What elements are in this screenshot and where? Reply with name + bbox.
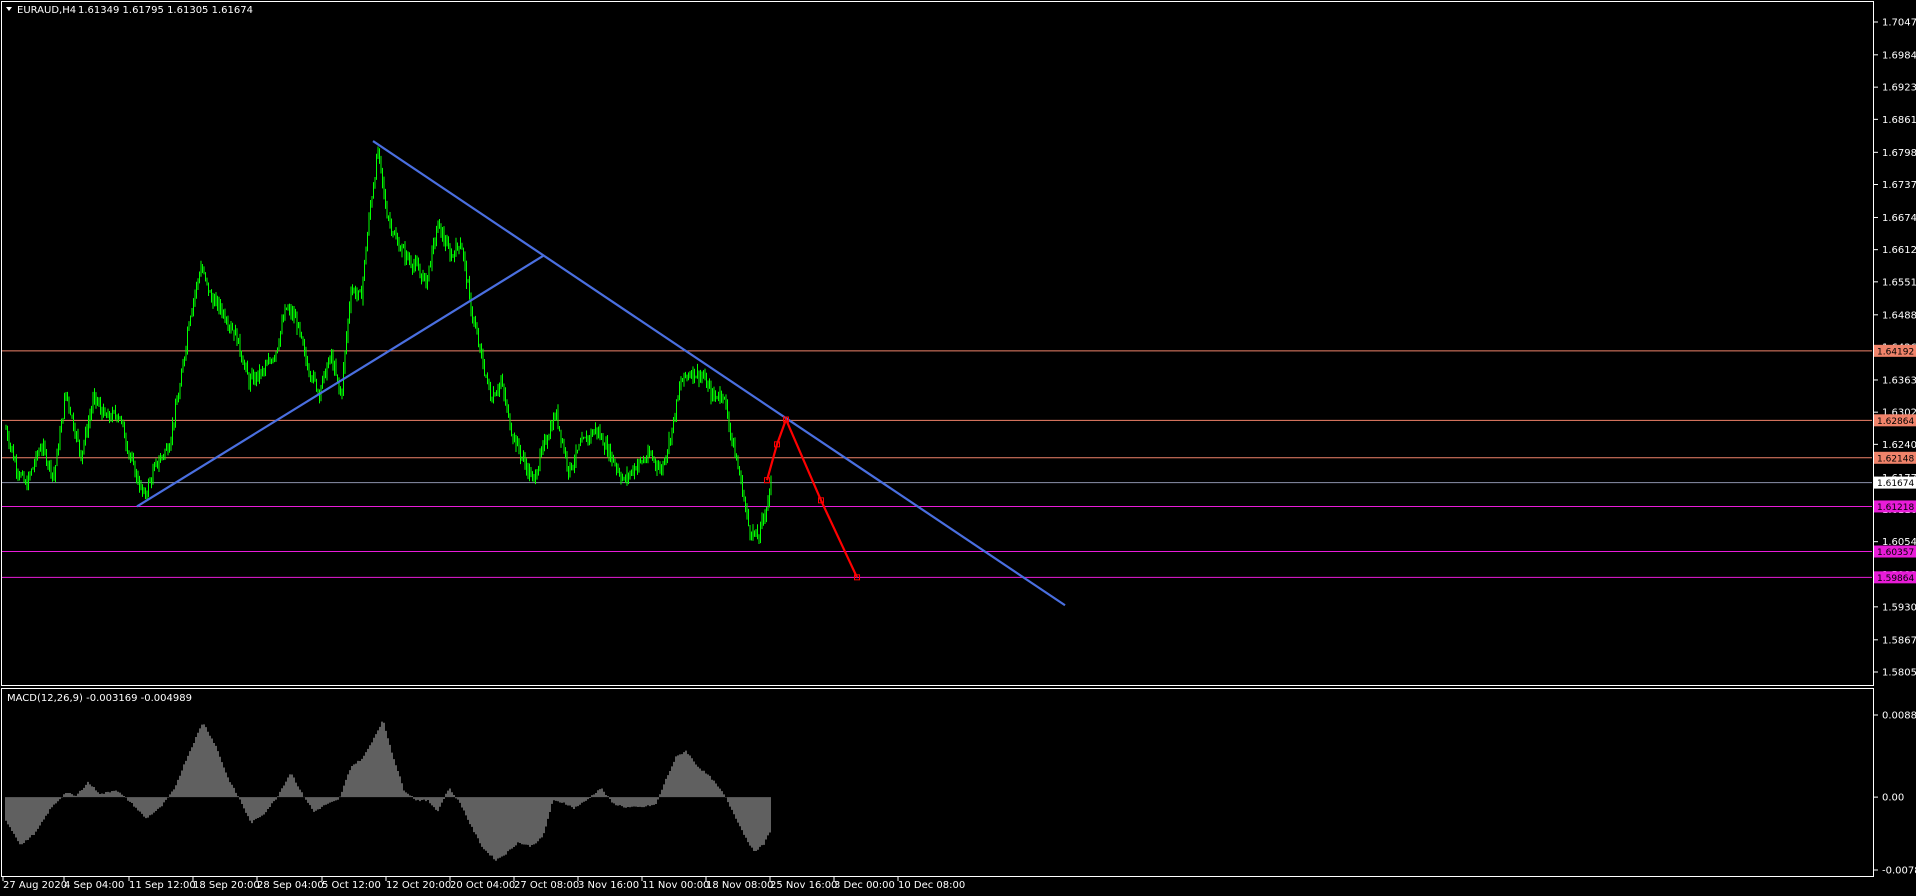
symbol-menu-triangle-icon[interactable] <box>6 7 12 11</box>
price-tick-label-9: 1.64880 <box>1882 310 1916 321</box>
macd-tick-label-1: 0.00 <box>1882 793 1904 804</box>
price-tag-label-4: 1.61218 <box>1877 503 1914 513</box>
price-tick-label-0: 1.70475 <box>1882 18 1916 29</box>
macd-histogram <box>5 721 771 861</box>
price-tick-label-5: 1.67370 <box>1882 180 1916 191</box>
symbol-title: EURAUD,H4 <box>17 5 76 16</box>
horizontal-levels[interactable] <box>2 350 1872 578</box>
price-tick-label-3: 1.68615 <box>1882 115 1916 126</box>
price-tag-label-5: 1.60357 <box>1877 548 1914 558</box>
price-tag-label-3: 1.61674 <box>1877 479 1914 489</box>
time-tick-label-14: 10 Dec 08:00 <box>898 880 965 891</box>
ohlc-readout: 1.61349 1.61795 1.61305 1.61674 <box>78 5 253 16</box>
price-tick-label-8: 1.65510 <box>1882 277 1916 288</box>
chart-canvas[interactable]: 1.70475 1.69848 1.69230 1.68615 1.67985 1.673… <box>0 0 1916 896</box>
macd-tick-label-0: 0.008848 <box>1882 711 1916 722</box>
time-tick-label-12: 25 Nov 16:00 <box>770 880 837 891</box>
time-tick-label-2: 11 Sep 12:00 <box>129 880 196 891</box>
macd-tick-label-2: -0.007852 <box>1882 866 1916 877</box>
time-tick-label-11: 18 Nov 08:00 <box>706 880 773 891</box>
price-tick-label-1: 1.69848 <box>1882 50 1916 61</box>
price-tick-label-6: 1.66740 <box>1882 213 1916 224</box>
indicator-panel-frame <box>1 688 1874 877</box>
price-tag-label-6: 1.59864 <box>1877 574 1914 584</box>
price-tick-label-2: 1.69230 <box>1882 83 1916 94</box>
time-tick-label-3: 18 Sep 20:00 <box>193 880 260 891</box>
trendline-1[interactable] <box>372 140 1066 607</box>
time-tick-label-5: 5 Oct 12:00 <box>322 880 381 891</box>
price-tick-label-7: 1.66125 <box>1882 245 1916 256</box>
time-tick-label-6: 12 Oct 20:00 <box>386 880 451 891</box>
time-tick-label-9: 3 Nov 16:00 <box>578 880 639 891</box>
trendlines[interactable] <box>136 140 1066 607</box>
time-tick-label-7: 20 Oct 04:00 <box>450 880 515 891</box>
time-tick-label-13: 3 Dec 00:00 <box>834 880 895 891</box>
price-tick-label-19: 1.58670 <box>1882 635 1916 646</box>
price-panel-frame <box>1 1 1874 686</box>
time-tick-label-1: 4 Sep 04:00 <box>64 880 124 891</box>
price-series <box>5 146 772 545</box>
time-tick-label-4: 28 Sep 04:00 <box>257 880 324 891</box>
projection-line[interactable] <box>765 416 858 578</box>
time-tick-label-10: 11 Nov 00:00 <box>642 880 709 891</box>
time-tick-label-0: 27 Aug 2020 <box>3 880 67 891</box>
price-tag-label-1: 1.62864 <box>1877 417 1914 427</box>
price-tick-label-4: 1.67985 <box>1882 148 1916 159</box>
projection-path[interactable] <box>764 416 860 581</box>
trendline-0[interactable] <box>136 255 544 508</box>
macd-axis[interactable]: 0.008848 0.00 -0.007852 <box>1874 711 1916 877</box>
price-tag-label-0: 1.64192 <box>1877 347 1914 357</box>
time-tick-label-8: 27 Oct 08:00 <box>514 880 579 891</box>
time-axis[interactable]: 27 Aug 20204 Sep 04:00 11 Sep 12:0018 Sep… <box>2 877 965 891</box>
price-tick-label-20: 1.58055 <box>1882 668 1916 679</box>
price-tick-label-11: 1.63635 <box>1882 375 1916 386</box>
price-tag-label-2: 1.62148 <box>1877 454 1914 464</box>
price-tick-label-13: 1.62405 <box>1882 440 1916 451</box>
macd-title: MACD(12,26,9) -0.003169 -0.004989 <box>7 693 192 704</box>
price-tick-label-18: 1.59300 <box>1882 602 1916 613</box>
